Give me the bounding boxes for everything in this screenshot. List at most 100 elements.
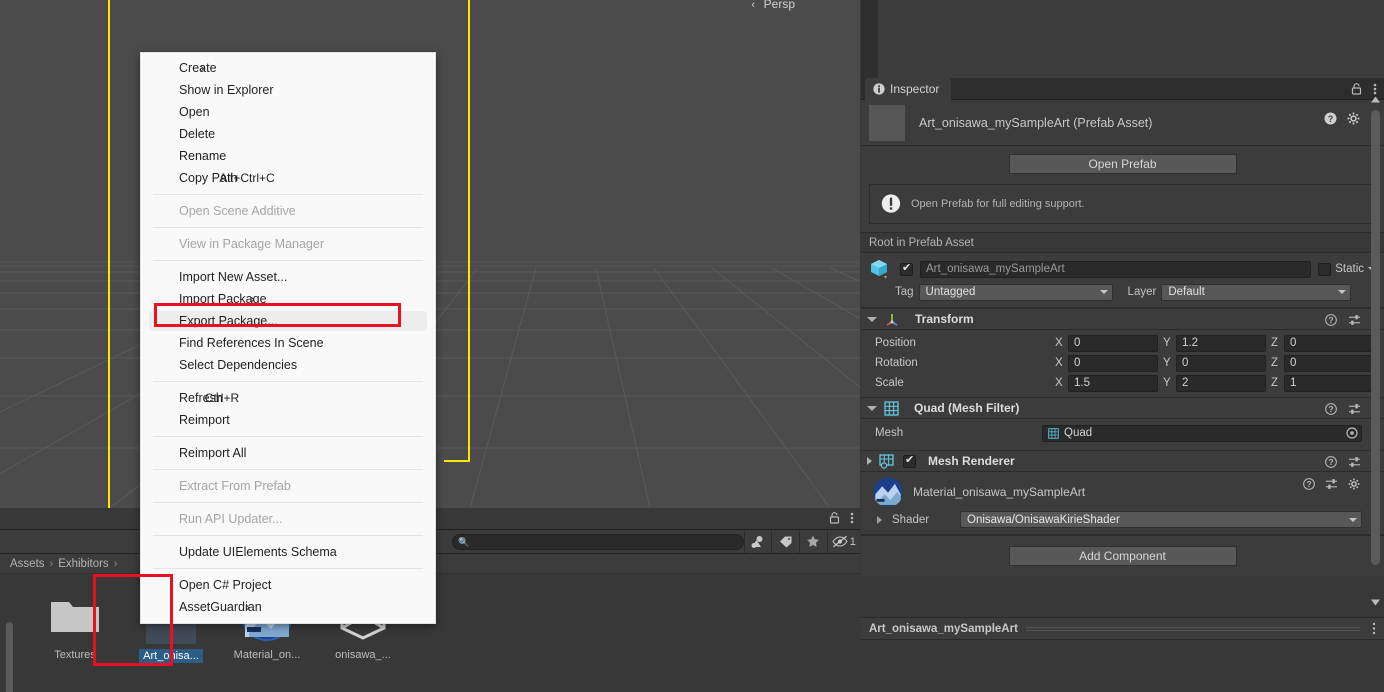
asset-label-unity-asset: onisawa_... [335, 649, 391, 661]
scale-y-field[interactable]: 2 [1176, 374, 1266, 392]
menu-item-update-uielements-schema[interactable]: Update UIElements Schema [141, 541, 435, 563]
gameobject-enabled-checkbox[interactable] [900, 261, 913, 276]
filter-by-type-button[interactable] [743, 530, 772, 553]
menu-item-import-new-asset[interactable]: Import New Asset... [141, 266, 435, 288]
filter-by-label-button[interactable] [771, 530, 799, 553]
kebab-menu-icon[interactable] [1372, 622, 1376, 638]
project-scrollbar-thumb[interactable] [6, 622, 13, 692]
help-icon[interactable]: ? [1324, 112, 1337, 125]
menu-item-open[interactable]: Open [141, 101, 435, 123]
layer-label: Layer [1127, 286, 1157, 298]
hidden-packages-button[interactable]: 1 [826, 530, 861, 553]
position-y-field[interactable]: 1.2 [1176, 334, 1266, 352]
scale-z-field[interactable]: 1 [1284, 374, 1374, 392]
menu-item-run-api-updater: Run API Updater... [141, 508, 435, 530]
lock-icon[interactable] [1351, 83, 1362, 95]
axis-y-label: Y [1163, 357, 1171, 369]
menu-item-rename[interactable]: Rename [141, 145, 435, 167]
shader-value: Onisawa/OnisawaKirieShader [967, 513, 1120, 526]
project-scrollbar[interactable] [4, 610, 13, 692]
menu-item-import-package[interactable]: Import Package › [141, 288, 435, 310]
kebab-menu-icon[interactable] [850, 511, 854, 525]
inspector-scrollbar-thumb[interactable] [1371, 110, 1380, 565]
component-header-mesh-renderer[interactable]: Mesh Renderer ? [861, 450, 1384, 472]
position-label: Position [875, 337, 916, 349]
menu-item-create[interactable]: Create › [141, 57, 435, 79]
menu-item-label: Find References In Scene [179, 336, 324, 350]
prefab-help-box: Open Prefab for full editing support. [869, 184, 1376, 224]
expand-triangle-icon[interactable] [867, 405, 877, 411]
menu-item-find-references-in-scene[interactable]: Find References In Scene [141, 332, 435, 354]
tag-layer-row: Tag Untagged Layer Default [869, 283, 1376, 301]
menu-item-open-c-project[interactable]: Open C# Project [141, 574, 435, 596]
scroll-down-arrow-icon[interactable] [1370, 599, 1381, 606]
help-icon[interactable]: ? [1303, 478, 1315, 490]
shader-dropdown[interactable]: Onisawa/OnisawaKirieShader [960, 511, 1362, 528]
mesh-renderer-enabled-checkbox[interactable] [903, 453, 916, 468]
breadcrumb-item-assets[interactable]: Assets [10, 558, 45, 570]
static-checkbox[interactable] [1318, 262, 1332, 276]
scale-x-field[interactable]: 1.5 [1068, 374, 1158, 392]
menu-item-show-in-explorer[interactable]: Show in Explorer [141, 79, 435, 101]
menu-item-shortcut: Alt+Ctrl+C [219, 171, 275, 185]
static-toggle-group[interactable]: Static [1318, 262, 1376, 276]
rotation-z-field[interactable]: 0 [1284, 354, 1374, 372]
menu-separator [153, 535, 423, 536]
menu-item-export-package[interactable]: Export Package... [141, 310, 435, 332]
axis-x-label: X [1055, 337, 1063, 349]
mesh-object-field[interactable]: Quad [1042, 424, 1362, 442]
scroll-up-arrow-icon[interactable] [1370, 96, 1381, 103]
asset-item-textures[interactable]: Textures [36, 586, 114, 692]
prefab-cube-icon[interactable] [869, 258, 893, 280]
tab-inspector[interactable]: Inspector [865, 78, 952, 100]
material-expand-triangle-icon[interactable] [877, 515, 882, 524]
help-icon[interactable]: ? [1325, 402, 1337, 415]
search-box[interactable]: 🔍 [452, 533, 744, 550]
axis-z-label: Z [1271, 377, 1279, 389]
menu-item-reimport[interactable]: Reimport [141, 409, 435, 431]
menu-item-refresh[interactable]: Refresh Ctrl+R [141, 387, 435, 409]
preset-icon[interactable] [1325, 478, 1338, 490]
inspector-panel[interactable]: Inspector Art_onisawa_mySampleArt (Prefa… [861, 0, 1384, 692]
gear-icon[interactable] [1347, 112, 1360, 125]
lock-icon[interactable] [829, 512, 840, 524]
tag-dropdown[interactable]: Untagged [918, 283, 1113, 301]
add-component-button[interactable]: Add Component [1008, 546, 1237, 566]
expand-triangle-icon[interactable] [867, 316, 877, 322]
component-header-mesh-filter[interactable]: Quad (Mesh Filter) ? [861, 397, 1384, 419]
menu-item-select-dependencies[interactable]: Select Dependencies [141, 354, 435, 376]
preset-icon[interactable] [1348, 456, 1361, 468]
preset-icon[interactable] [1348, 403, 1361, 415]
breadcrumb-item-exhibitors[interactable]: Exhibitors [58, 558, 109, 570]
chevron-right-icon: › [250, 292, 255, 306]
menu-item-assetguardian[interactable]: AssetGuardian › [141, 596, 435, 618]
collapse-triangle-icon[interactable] [867, 457, 872, 465]
help-icon[interactable]: ? [1325, 313, 1337, 326]
svg-text:?: ? [1328, 114, 1334, 124]
component-header-transform[interactable]: Transform ? [861, 308, 1384, 330]
gear-icon[interactable] [1348, 478, 1360, 490]
gameobject-name-field[interactable]: Art_onisawa_mySampleArt [920, 260, 1312, 278]
axis-z-label: Z [1271, 357, 1279, 369]
inspector-scrollbar[interactable] [1369, 96, 1382, 606]
object-picker-icon[interactable] [1344, 426, 1360, 441]
svg-text:?: ? [1328, 315, 1333, 325]
rotation-x-field[interactable]: 0 [1068, 354, 1158, 372]
menu-item-reimport-all[interactable]: Reimport All [141, 442, 435, 464]
asset-label-art-prefab: Art_onisa... [139, 649, 203, 663]
open-prefab-button[interactable]: Open Prefab [1008, 154, 1237, 174]
asset-context-menu[interactable]: Create › Show in Explorer Open Delete Rename C… [140, 52, 436, 624]
menu-item-delete[interactable]: Delete [141, 123, 435, 145]
menu-item-copy-path[interactable]: Copy Path Alt+Ctrl+C [141, 167, 435, 189]
menu-item-label: Extract From Prefab [179, 479, 291, 493]
axis-x-label: X [1055, 357, 1063, 369]
position-z-field[interactable]: 0 [1284, 334, 1374, 352]
position-x-field[interactable]: 0 [1068, 334, 1158, 352]
rotation-y-field[interactable]: 0 [1176, 354, 1266, 372]
kebab-menu-icon[interactable] [1373, 82, 1377, 96]
layer-dropdown[interactable]: Default [1161, 283, 1352, 301]
preset-icon[interactable] [1348, 314, 1361, 326]
help-icon[interactable]: ? [1325, 455, 1337, 468]
search-input[interactable] [471, 534, 741, 549]
filter-by-favorite-button[interactable] [798, 530, 827, 553]
